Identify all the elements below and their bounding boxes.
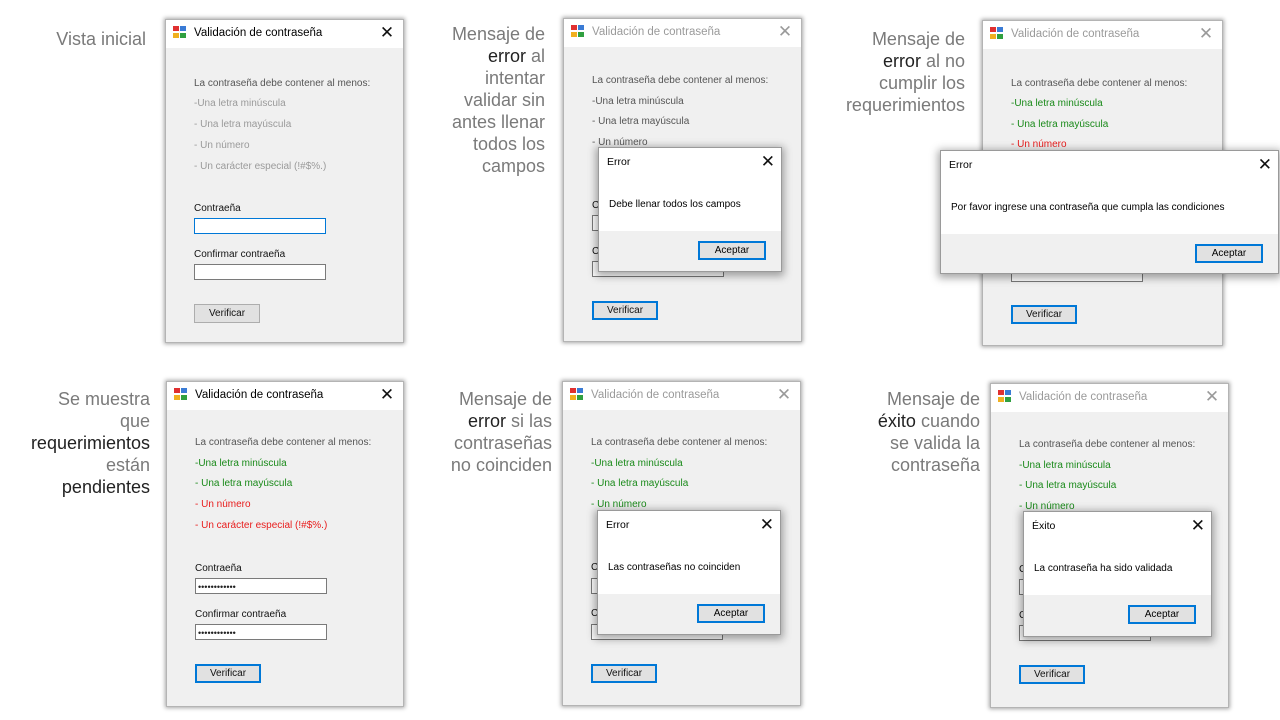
password-input[interactable]	[194, 218, 326, 234]
dialog-title: Error	[949, 159, 973, 171]
close-icon[interactable]: ✕	[1202, 386, 1222, 408]
close-icon[interactable]: ✕	[1196, 23, 1216, 45]
app-icon	[174, 388, 188, 401]
req-lowercase: -Una letra minúscula	[591, 458, 683, 469]
password-label: Contraeña	[195, 563, 242, 574]
req-number: - Un número	[591, 499, 647, 510]
req-uppercase: - Una letra mayúscula	[194, 119, 292, 130]
close-icon[interactable]: ✕	[775, 21, 795, 43]
caption-requirements-error: Mensaje de error al no cumplir los reque…	[845, 29, 965, 115]
req-lowercase: -Una letra minúscula	[194, 98, 286, 109]
verify-button[interactable]: Verificar	[195, 664, 261, 683]
caption-success: Mensaje de éxito cuando se valida la con…	[877, 389, 980, 475]
dialog-success: Éxito ✕ La contraseña ha sido validada A…	[1023, 511, 1212, 637]
req-uppercase: - Una letra mayúscula	[195, 478, 293, 489]
req-special: - Un carácter especial (!#$%.)	[195, 520, 328, 531]
verify-button[interactable]: Verificar	[1019, 665, 1085, 684]
close-icon[interactable]: ✕	[761, 151, 775, 173]
accept-button[interactable]: Aceptar	[697, 604, 765, 623]
req-lowercase: -Una letra minúscula	[1011, 98, 1103, 109]
window-title: Validación de contraseña	[194, 27, 323, 39]
title-bar: Validación de contraseña ✕	[564, 19, 801, 47]
req-number: - Un número	[194, 140, 250, 151]
caption-pending-requirements: Se muestra que requerimientos están pend…	[30, 389, 150, 497]
close-icon[interactable]: ✕	[377, 22, 397, 44]
req-uppercase: - Una letra mayúscula	[1019, 480, 1117, 491]
window-title: Validación de contraseña	[1019, 391, 1148, 403]
accept-button[interactable]: Aceptar	[1128, 605, 1196, 624]
dialog-message: La contraseña ha sido validada	[1034, 563, 1173, 574]
close-icon[interactable]: ✕	[1258, 154, 1272, 176]
title-bar: Validación de contraseña ✕	[563, 382, 800, 410]
close-icon[interactable]: ✕	[1191, 515, 1205, 537]
caption-empty-fields-error: Mensaje de error al intentar validar sin…	[451, 24, 545, 176]
title-bar: Validación de contraseña ✕	[167, 382, 403, 410]
caption-mismatch-error: Mensaje de error si las contraseñas no c…	[450, 389, 552, 475]
app-icon	[570, 388, 584, 401]
dialog-message: Por favor ingrese una contraseña que cum…	[951, 202, 1225, 213]
app-icon	[998, 390, 1012, 403]
dialog-title: Error	[606, 519, 630, 531]
window-title: Validación de contraseña	[195, 389, 324, 401]
dialog-empty-fields-error: Error ✕ Debe llenar todos los campos Ace…	[598, 147, 782, 272]
verify-button[interactable]: Verificar	[1011, 305, 1077, 324]
confirm-password-input[interactable]: ••••••••••••	[195, 624, 327, 640]
app-icon	[571, 25, 585, 38]
dialog-requirements-error: Error ✕ Por favor ingrese una contraseña…	[940, 150, 1279, 274]
requirements-intro: La contraseña debe contener al menos:	[195, 437, 372, 448]
requirements-intro: La contraseña debe contener al menos:	[591, 437, 768, 448]
window-title: Validación de contraseña	[592, 26, 721, 38]
requirements-intro: La contraseña debe contener al menos:	[592, 75, 769, 86]
req-number: - Un número	[1011, 139, 1067, 150]
title-bar: Validación de contraseña ✕	[991, 384, 1228, 412]
req-number: - Un número	[195, 499, 251, 510]
confirm-password-label: Confirmar contraeña	[194, 249, 286, 260]
app-icon	[990, 27, 1004, 40]
dialog-message: Debe llenar todos los campos	[609, 199, 741, 210]
window-pending-requirements: Validación de contraseña ✕ La contraseña…	[166, 381, 404, 707]
requirements-intro: La contraseña debe contener al menos:	[194, 78, 371, 89]
verify-button[interactable]: Verificar	[591, 664, 657, 683]
req-uppercase: - Una letra mayúscula	[1011, 119, 1109, 130]
req-uppercase: - Una letra mayúscula	[592, 116, 690, 127]
app-icon	[173, 26, 187, 39]
window-title: Validación de contraseña	[1011, 28, 1140, 40]
req-special: - Un carácter especial (!#$%.)	[194, 161, 327, 172]
req-lowercase: -Una letra minúscula	[592, 96, 684, 107]
window-title: Validación de contraseña	[591, 389, 720, 401]
verify-button[interactable]: Verificar	[194, 304, 260, 323]
confirm-password-input[interactable]	[194, 264, 326, 280]
close-icon[interactable]: ✕	[760, 514, 774, 536]
close-icon[interactable]: ✕	[377, 384, 397, 406]
dialog-mismatch-error: Error ✕ Las contraseñas no coinciden Ace…	[597, 510, 781, 635]
verify-button[interactable]: Verificar	[592, 301, 658, 320]
caption-initial-view: Vista inicial	[56, 29, 146, 49]
req-lowercase: -Una letra minúscula	[195, 458, 287, 469]
dialog-title: Éxito	[1032, 520, 1056, 532]
req-uppercase: - Una letra mayúscula	[591, 478, 689, 489]
confirm-password-label: Confirmar contraeña	[195, 609, 287, 620]
title-bar: Validación de contraseña ✕	[166, 20, 403, 48]
window-initial-view: Validación de contraseña ✕ La contraseña…	[165, 19, 404, 343]
dialog-title: Error	[607, 156, 631, 168]
close-icon[interactable]: ✕	[774, 384, 794, 406]
password-label: Contraeña	[194, 203, 241, 214]
accept-button[interactable]: Aceptar	[1195, 244, 1263, 263]
req-lowercase: -Una letra minúscula	[1019, 460, 1111, 471]
requirements-intro: La contraseña debe contener al menos:	[1019, 439, 1196, 450]
requirements-intro: La contraseña debe contener al menos:	[1011, 78, 1188, 89]
title-bar: Validación de contraseña ✕	[983, 21, 1222, 49]
accept-button[interactable]: Aceptar	[698, 241, 766, 260]
password-input[interactable]: ••••••••••••	[195, 578, 327, 594]
dialog-message: Las contraseñas no coinciden	[608, 562, 741, 573]
